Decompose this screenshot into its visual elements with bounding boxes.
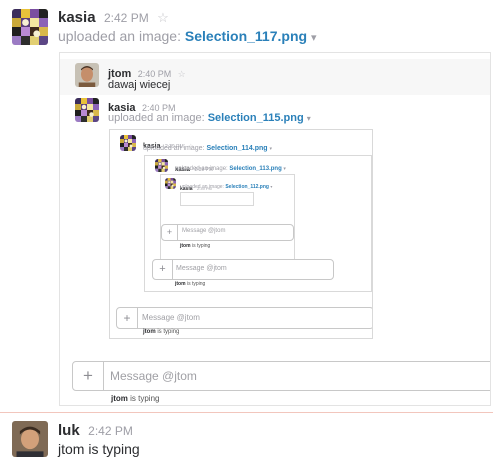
message-text: jtom is typing [58, 441, 140, 457]
typing-suffix: is typing [191, 243, 211, 249]
typing-indicator: jtom is typing [111, 394, 159, 403]
message-header: luk 2:42 PM [58, 422, 133, 440]
upload-action-text: uploaded an image: [180, 184, 224, 190]
message-header: kasia 2:42 PM ☆ [58, 9, 169, 27]
file-link[interactable]: Selection_115.png [208, 112, 304, 124]
plus-icon[interactable]: + [117, 308, 138, 328]
upload-line: uploaded an image: Selection_117.png ▾ [58, 28, 316, 44]
message-input[interactable]: + Message @jtom [152, 259, 334, 280]
plus-icon[interactable]: + [73, 362, 104, 390]
message-placeholder: Message @jtom [182, 228, 226, 234]
typing-suffix: is typing [130, 394, 160, 403]
luk-avatar[interactable] [12, 421, 48, 457]
upload-action-text: uploaded an image: [108, 112, 205, 124]
typing-suffix: is typing [157, 329, 180, 335]
plus-icon[interactable]: + [162, 225, 178, 240]
caret-down-icon[interactable]: ▾ [270, 184, 272, 189]
upload-line: uploaded an image: Selection_114.png ▾ [143, 145, 272, 152]
new-messages-divider [0, 412, 493, 413]
kasia-avatar[interactable] [75, 98, 99, 122]
typing-indicator: jtom is typing [180, 243, 210, 249]
plus-icon[interactable]: + [153, 260, 173, 279]
file-link[interactable]: Selection_114.png [206, 145, 267, 152]
message-input[interactable]: + Message @jtom [116, 307, 372, 329]
kasia-avatar[interactable] [120, 135, 136, 151]
upload-line: uploaded an image: Selection_113.png ▾ [175, 166, 286, 172]
caret-down-icon[interactable]: ▾ [270, 146, 273, 152]
caret-down-icon[interactable]: ▾ [283, 166, 286, 172]
typing-user: jtom [180, 243, 191, 249]
kasia-avatar[interactable] [155, 159, 168, 172]
image-preview[interactable] [180, 192, 254, 206]
message-placeholder: Message @jtom [142, 313, 200, 322]
file-link[interactable]: Selection_117.png [185, 28, 307, 44]
author-name[interactable]: luk [58, 422, 80, 439]
caret-down-icon[interactable]: ▾ [307, 114, 311, 123]
file-link[interactable]: Selection_112.png [225, 184, 269, 190]
timestamp[interactable]: 2:42 PM [88, 424, 133, 438]
timestamp[interactable]: 2:42 PM [104, 11, 149, 25]
caret-down-icon[interactable]: ▾ [311, 32, 317, 44]
typing-indicator: jtom is typing [143, 329, 179, 335]
typing-user: jtom [175, 281, 186, 287]
typing-indicator: jtom is typing [175, 281, 205, 287]
message-placeholder: Message @jtom [110, 369, 197, 383]
message-input[interactable]: + Message @jtom [72, 361, 490, 391]
typing-user: jtom [143, 329, 156, 335]
typing-suffix: is typing [186, 281, 206, 287]
file-link[interactable]: Selection_113.png [229, 166, 281, 172]
star-icon[interactable]: ☆ [178, 69, 186, 79]
jtom-avatar[interactable] [75, 63, 99, 87]
upload-action-text: uploaded an image: [58, 28, 181, 44]
timestamp[interactable]: 2:40 PM [138, 69, 172, 79]
upload-action-text: uploaded an image: [175, 166, 228, 172]
kasia-avatar[interactable] [12, 9, 48, 45]
message-placeholder: Message @jtom [176, 265, 227, 272]
upload-line: uploaded an image: Selection_112.png ▾ [180, 184, 272, 190]
kasia-avatar[interactable] [165, 178, 176, 189]
upload-line: uploaded an image: Selection_115.png ▾ [108, 112, 311, 124]
image-preview[interactable]: kasia 2:39 PM uploaded an image: Selecti… [144, 155, 372, 292]
star-icon[interactable]: ☆ [157, 10, 169, 25]
upload-action-text: uploaded an image: [143, 145, 205, 152]
message-text: dawaj wiecej [108, 79, 171, 91]
author-name[interactable]: kasia [58, 9, 96, 26]
image-preview[interactable]: jtom 2:40 PM ☆ dawaj wiecej kasia 2:40 P… [59, 52, 491, 406]
message-input[interactable]: + Message @jtom [161, 224, 294, 241]
typing-user: jtom [111, 394, 128, 403]
image-preview[interactable]: kasia 2:39 PM ☆ uploaded an image: Selec… [109, 129, 373, 339]
